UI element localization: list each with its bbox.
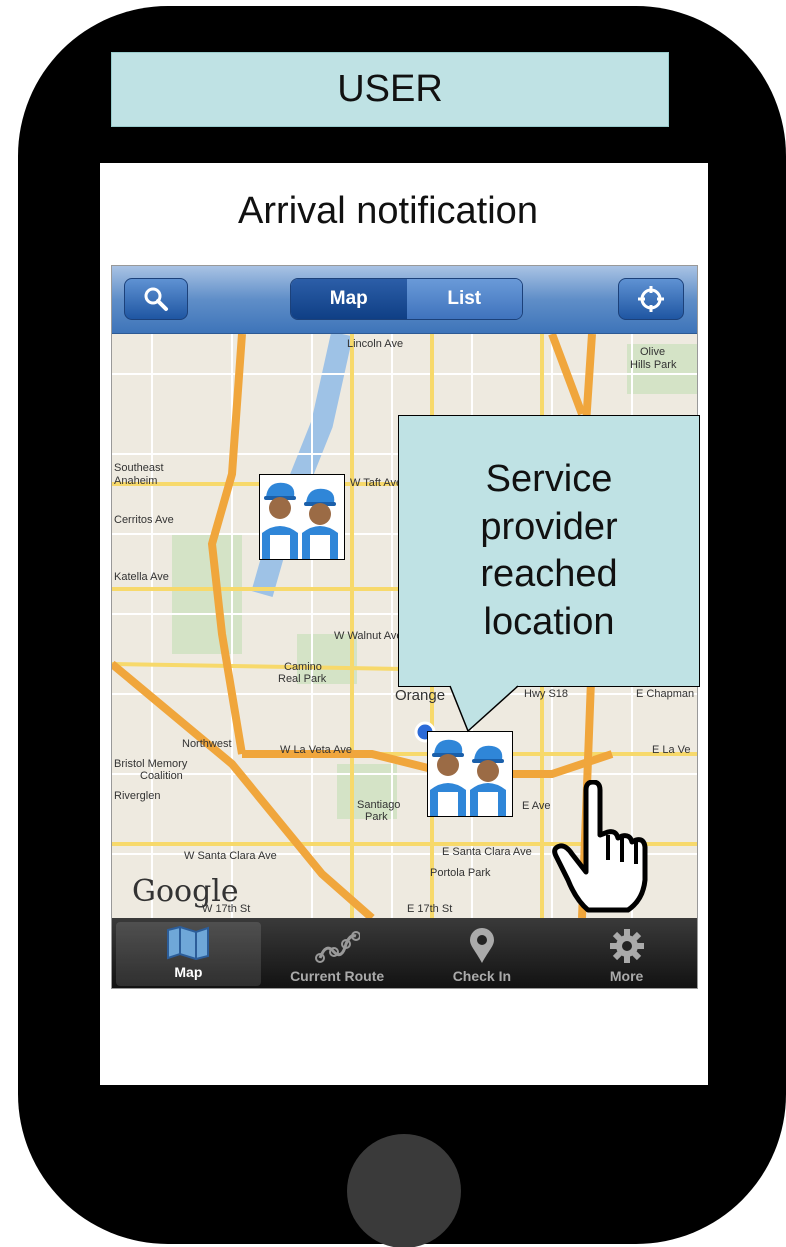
tab-label: Current Route: [290, 968, 385, 984]
map-label: E 17th St: [407, 903, 453, 915]
search-button[interactable]: [124, 278, 188, 320]
crosshair-icon: [638, 286, 664, 312]
pointer-hand-icon: [552, 780, 648, 913]
map-label: E La Ve: [652, 744, 691, 756]
map-label: Santiago: [357, 799, 401, 811]
map-label: E Ave: [522, 800, 551, 812]
tab-current-route[interactable]: Current Route: [265, 918, 410, 988]
map-label: E Chapman: [636, 688, 695, 700]
page-title: Arrival notification: [238, 190, 538, 232]
map-icon: [167, 926, 210, 960]
route-icon: [315, 931, 361, 963]
home-button[interactable]: [347, 1134, 461, 1247]
locate-button[interactable]: [618, 278, 684, 320]
map-label: Hills Park: [630, 359, 677, 371]
tab-label: More: [609, 968, 644, 984]
user-banner: USER: [111, 52, 669, 127]
map-label: Park: [365, 811, 388, 823]
callout-tail: [449, 685, 519, 733]
location-pin-icon: [469, 928, 494, 963]
map-label: Cerritos Ave: [114, 514, 174, 526]
tab-bar: Map Current Route Check In More: [112, 918, 697, 988]
tab-map-view[interactable]: Map: [291, 279, 407, 319]
arrival-callout: Service provider reached location: [398, 415, 700, 687]
map-label: W La Veta Ave: [280, 744, 352, 756]
map-label: Anaheim: [114, 475, 158, 487]
map-label: Southeast: [114, 462, 164, 474]
user-banner-label: USER: [337, 68, 443, 110]
map-label: Bristol Memory: [114, 758, 188, 770]
map-label: Orange: [395, 687, 446, 704]
map-label: E Santa Clara Ave: [442, 846, 532, 858]
gear-icon: [609, 929, 644, 963]
map-label: Olive: [640, 346, 666, 358]
map-label: Real Park: [278, 673, 327, 685]
tab-more[interactable]: More: [554, 918, 697, 988]
tab-check-in[interactable]: Check In: [410, 918, 555, 988]
google-attribution: Google: [132, 874, 239, 909]
map-label: W Santa Clara Ave: [184, 850, 277, 862]
map-label: Hwy S18: [524, 688, 569, 700]
tab-map[interactable]: Map: [116, 922, 261, 986]
map-label: Coalition: [140, 770, 183, 782]
tab-list-view[interactable]: List: [406, 279, 522, 319]
map-label: W Walnut Ave: [334, 630, 403, 642]
map-label: Camino: [284, 661, 322, 673]
map-label: Riverglen: [114, 790, 161, 802]
callout-text: Service provider reached location: [480, 458, 618, 643]
map-label: Northwest: [182, 738, 232, 750]
map-label: Katella Ave: [114, 571, 169, 583]
search-icon: [144, 287, 168, 311]
map-label: W Taft Ave: [350, 477, 403, 489]
service-provider-icon: [430, 739, 506, 816]
map-label: Portola Park: [430, 867, 491, 879]
navbar: Map List: [112, 266, 697, 334]
map-label: Lincoln Ave: [347, 338, 404, 350]
service-provider-icon: [262, 482, 338, 559]
tab-label: Map: [174, 964, 203, 980]
tab-label: Check In: [452, 968, 512, 984]
service-provider-marker[interactable]: [259, 474, 345, 560]
view-toggle: Map List: [290, 278, 523, 320]
service-provider-marker-arrived[interactable]: [427, 731, 513, 817]
